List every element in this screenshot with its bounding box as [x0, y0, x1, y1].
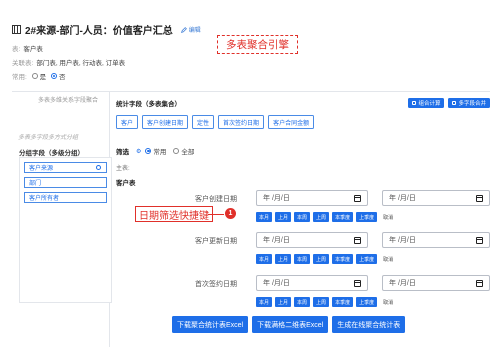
group-item-owner[interactable]: 客户所有者 — [24, 192, 107, 203]
quick-this-month[interactable]: 本月 — [256, 212, 273, 222]
customer-table-label: 客户表 — [116, 180, 136, 187]
annotation-engine: 多表聚合引擎 — [217, 35, 298, 54]
pencil-icon — [180, 26, 187, 33]
table-meta: 表: 客户表 — [12, 43, 43, 53]
field-chip[interactable]: 定性 — [192, 115, 215, 129]
table-label: 表: — [12, 46, 21, 53]
table-icon — [12, 25, 21, 34]
host-table-label: 主表: — [116, 166, 130, 172]
merge-fields-button[interactable]: 多字段合并 — [448, 98, 490, 108]
quick-filter-row-3: 本月 上月 本周 上周 本季度 上季度 取消 — [256, 297, 397, 307]
calendar-icon[interactable] — [476, 194, 483, 202]
annotation-number-badge: 1 — [225, 208, 236, 219]
config-panel: 多表多维关系字段聚合 多表多字段多方式分组 分组字段（多级分组） 客户来源 部门… — [12, 91, 490, 347]
date-end-created[interactable]: 年 /月/日 — [382, 190, 490, 206]
quick-last-quarter[interactable]: 上季度 — [356, 212, 378, 222]
left-hint-top: 多表多维关系字段聚合 — [38, 98, 99, 104]
quick-last-week[interactable]: 上周 — [313, 297, 330, 307]
quick-this-week[interactable]: 本周 — [294, 254, 311, 264]
filter-radio-all[interactable]: 全部 — [173, 146, 194, 156]
date-start-updated[interactable]: 年 /月/日 — [256, 232, 368, 248]
annotation-date-shortcut: 日期筛选快捷键 — [135, 206, 213, 222]
quick-cancel[interactable]: 取消 — [380, 297, 397, 307]
calendar-icon[interactable] — [354, 194, 361, 202]
merge-icon — [452, 101, 457, 105]
radio-checked-icon — [50, 73, 57, 79]
date-start-created[interactable]: 年 /月/日 — [256, 190, 368, 206]
quick-filter-row-2: 本月 上月 本周 上周 本季度 上季度 取消 — [256, 254, 397, 264]
page-title: 2#来源-部门-人员：价值客户汇总 — [25, 26, 173, 37]
filter-label: 筛选 — [116, 149, 129, 156]
stats-field-chips: 客户 客户创建日期 定性 首次签约日期 客户合同金额 — [116, 115, 315, 129]
related-label: 关联表: — [12, 60, 34, 67]
quick-last-month[interactable]: 上月 — [275, 212, 292, 222]
group-item-department[interactable]: 部门 — [24, 177, 107, 188]
left-column: 多表多维关系字段聚合 多表多字段多方式分组 分组字段（多级分组） 客户来源 部门… — [12, 92, 112, 347]
field-chip[interactable]: 客户合同金额 — [268, 115, 315, 129]
quick-this-month[interactable]: 本月 — [256, 297, 273, 307]
date-end-updated[interactable]: 年 /月/日 — [382, 232, 490, 248]
edit-label: 编辑 — [188, 28, 201, 34]
filter-row: 筛选 ⚙ 常用 全部 — [116, 146, 197, 156]
quick-cancel[interactable]: 取消 — [380, 254, 397, 264]
top-button-group: 组合计算 多字段合并 — [408, 98, 490, 108]
date-label-updated: 客户更新日期 — [195, 238, 237, 245]
field-chip[interactable]: 首次签约日期 — [218, 115, 265, 129]
date-label-created: 客户创建日期 — [195, 196, 237, 203]
calendar-icon[interactable] — [354, 236, 361, 244]
common-label: 常用: — [12, 74, 27, 81]
quick-last-week[interactable]: 上周 — [313, 212, 330, 222]
table-value: 客户表 — [23, 46, 43, 53]
group-fields-box: 客户来源 部门 客户所有者 — [19, 157, 112, 303]
quick-cancel[interactable]: 取消 — [380, 212, 397, 222]
filter-radio-common[interactable]: 常用 — [145, 146, 166, 156]
settings-icon[interactable]: ⚙ — [136, 148, 141, 155]
calendar-icon[interactable] — [476, 279, 483, 287]
group-item-source[interactable]: 客户来源 — [24, 162, 107, 173]
group-fields-title: 分组字段（多级分组） — [19, 150, 84, 157]
gear-icon[interactable] — [96, 165, 101, 170]
quick-last-week[interactable]: 上周 — [313, 254, 330, 264]
calculator-icon — [412, 101, 417, 105]
radio-icon — [31, 73, 38, 79]
quick-last-quarter[interactable]: 上季度 — [356, 254, 378, 264]
common-radio-no[interactable]: 否 — [50, 71, 65, 81]
quick-filter-row-1: 本月 上月 本周 上周 本季度 上季度 取消 — [256, 212, 397, 222]
quick-this-quarter[interactable]: 本季度 — [332, 212, 354, 222]
left-hint-bottom: 多表多字段多方式分组 — [18, 135, 79, 141]
generate-online-table-button[interactable]: 生成在线聚合统计表 — [332, 316, 406, 333]
related-meta: 关联表: 部门表, 用户表, 行动表, 订单表 — [12, 57, 125, 67]
radio-checked-icon — [145, 148, 152, 154]
combine-calc-button[interactable]: 组合计算 — [408, 98, 445, 108]
common-meta: 常用: 是 否 — [12, 71, 68, 81]
bottom-button-group: 下载聚合统计表Excel 下载满格二维表Excel 生成在线聚合统计表 — [172, 316, 406, 333]
quick-this-month[interactable]: 本月 — [256, 254, 273, 264]
quick-last-month[interactable]: 上月 — [275, 297, 292, 307]
page-title-row: 2#来源-部门-人员：价值客户汇总 编辑 — [12, 22, 201, 37]
download-agg-excel-button[interactable]: 下载聚合统计表Excel — [172, 316, 249, 333]
annotation-connector — [208, 214, 224, 215]
related-value: 部门表, 用户表, 行动表, 订单表 — [36, 60, 126, 67]
date-label-first-sign: 首次签约日期 — [195, 281, 237, 288]
quick-this-week[interactable]: 本周 — [294, 297, 311, 307]
quick-this-week[interactable]: 本周 — [294, 212, 311, 222]
date-end-first-sign[interactable]: 年 /月/日 — [382, 275, 490, 291]
field-chip[interactable]: 客户创建日期 — [142, 115, 189, 129]
download-2d-excel-button[interactable]: 下载满格二维表Excel — [252, 316, 329, 333]
edit-link[interactable]: 编辑 — [180, 25, 201, 34]
quick-last-month[interactable]: 上月 — [275, 254, 292, 264]
common-radio-yes[interactable]: 是 — [31, 71, 46, 81]
quick-last-quarter[interactable]: 上季度 — [356, 297, 378, 307]
calendar-icon[interactable] — [476, 236, 483, 244]
radio-icon — [173, 148, 180, 154]
quick-this-quarter[interactable]: 本季度 — [332, 254, 354, 264]
calendar-icon[interactable] — [354, 279, 361, 287]
field-chip[interactable]: 客户 — [116, 115, 139, 129]
stats-fields-label: 统计字段（多表集合） — [116, 101, 181, 108]
date-start-first-sign[interactable]: 年 /月/日 — [256, 275, 368, 291]
quick-this-quarter[interactable]: 本季度 — [332, 297, 354, 307]
